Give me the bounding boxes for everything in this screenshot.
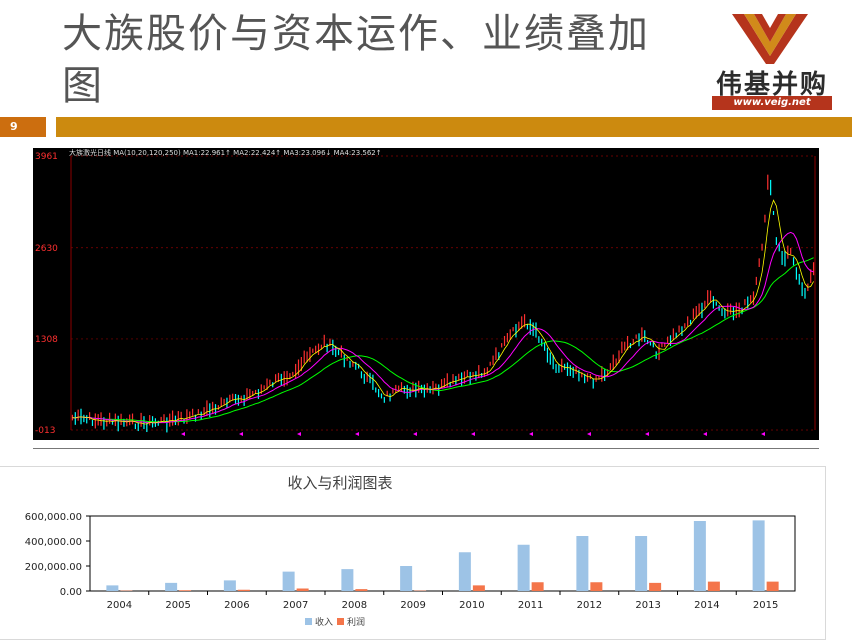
revenue-bar [576, 536, 589, 591]
event-marker [413, 432, 417, 436]
logo-mark-icon [732, 14, 808, 64]
x-tick-label: 2013 [635, 600, 660, 611]
x-tick-label: 2008 [342, 600, 367, 611]
panel-divider [33, 448, 819, 449]
header-stripe [56, 117, 852, 137]
slide-title: 大族股价与资本运作、业绩叠加图 [62, 11, 650, 109]
revenue-bar [106, 585, 119, 591]
event-marker [181, 432, 185, 436]
logo-url: www.veig.net [712, 96, 832, 110]
x-tick-label: 2009 [400, 600, 425, 611]
legend-swatch [337, 618, 344, 625]
revenue-bar [517, 544, 530, 591]
revenue-bar [752, 520, 765, 591]
stock-price-chart: 大族激光日线 MA(10,20,120,250) MA1:22.961↑ MA2… [33, 148, 823, 440]
page-bar: 9 [0, 117, 852, 137]
y-tick-label: 0.00 [60, 587, 82, 598]
profit-bar [766, 581, 779, 591]
x-tick-label: 2012 [577, 600, 602, 611]
legend-label: 收入 [315, 616, 333, 628]
profit-bar [649, 582, 662, 591]
x-tick-label: 2005 [165, 600, 190, 611]
profit-bar [237, 589, 250, 591]
event-marker [587, 432, 591, 436]
profit-bar [707, 581, 720, 591]
plot-area [89, 515, 796, 592]
x-tick-label: 2007 [283, 600, 308, 611]
x-tick-label: 2004 [107, 600, 132, 611]
revenue-bar [341, 569, 354, 591]
event-marker [297, 432, 301, 436]
event-marker [703, 432, 707, 436]
x-tick-label: 2010 [459, 600, 484, 611]
legend-swatch [305, 618, 312, 625]
event-marker [471, 432, 475, 436]
ma120-line [72, 231, 814, 424]
event-marker [239, 432, 243, 436]
profit-bar [472, 585, 485, 591]
revenue-bar [400, 566, 413, 591]
x-tick-label: 2014 [694, 600, 719, 611]
event-marker [355, 432, 359, 436]
revenue-profit-bar-chart: 0.00 200,000.00 400,000.00 600,000.00 2004 20… [25, 512, 796, 628]
profit-bar [179, 590, 192, 591]
y-tick-label: 400,000.00 [25, 537, 82, 548]
revenue-bar [282, 571, 295, 591]
stock-chart-canvas: 大族激光日线 MA(10,20,120,250) MA1:22.961↑ MA2… [35, 148, 823, 436]
price-tick-label: -013 [35, 426, 55, 436]
revenue-bar [458, 552, 471, 591]
revenue-bar [635, 536, 648, 591]
profit-bar [531, 582, 544, 591]
price-tick-label: 3961 [35, 152, 58, 162]
y-tick-label: 200,000.00 [25, 562, 82, 573]
x-tick-label: 2015 [753, 600, 778, 611]
event-marker [529, 432, 533, 436]
ma250-line [72, 257, 814, 423]
price-tick-label: 1308 [35, 335, 58, 345]
profit-bar [590, 582, 603, 591]
legend-label: 利润 [347, 616, 365, 628]
revenue-bar [693, 521, 706, 591]
event-marker [645, 432, 649, 436]
page-number: 9 [0, 117, 46, 137]
y-tick-label: 600,000.00 [25, 512, 82, 523]
x-tick-label: 2006 [224, 600, 249, 611]
profit-bar [355, 589, 368, 591]
x-tick-label: 2011 [518, 600, 543, 611]
event-marker [761, 432, 765, 436]
stock-chart-header: 大族激光日线 MA(10,20,120,250) MA1:22.961↑ MA2… [69, 148, 382, 157]
revenue-bar [165, 582, 178, 591]
price-tick-label: 2630 [35, 244, 58, 254]
profit-bar [296, 588, 309, 591]
revenue-bar [223, 580, 236, 591]
logo: 伟基并购 www.veig.net [708, 12, 836, 112]
